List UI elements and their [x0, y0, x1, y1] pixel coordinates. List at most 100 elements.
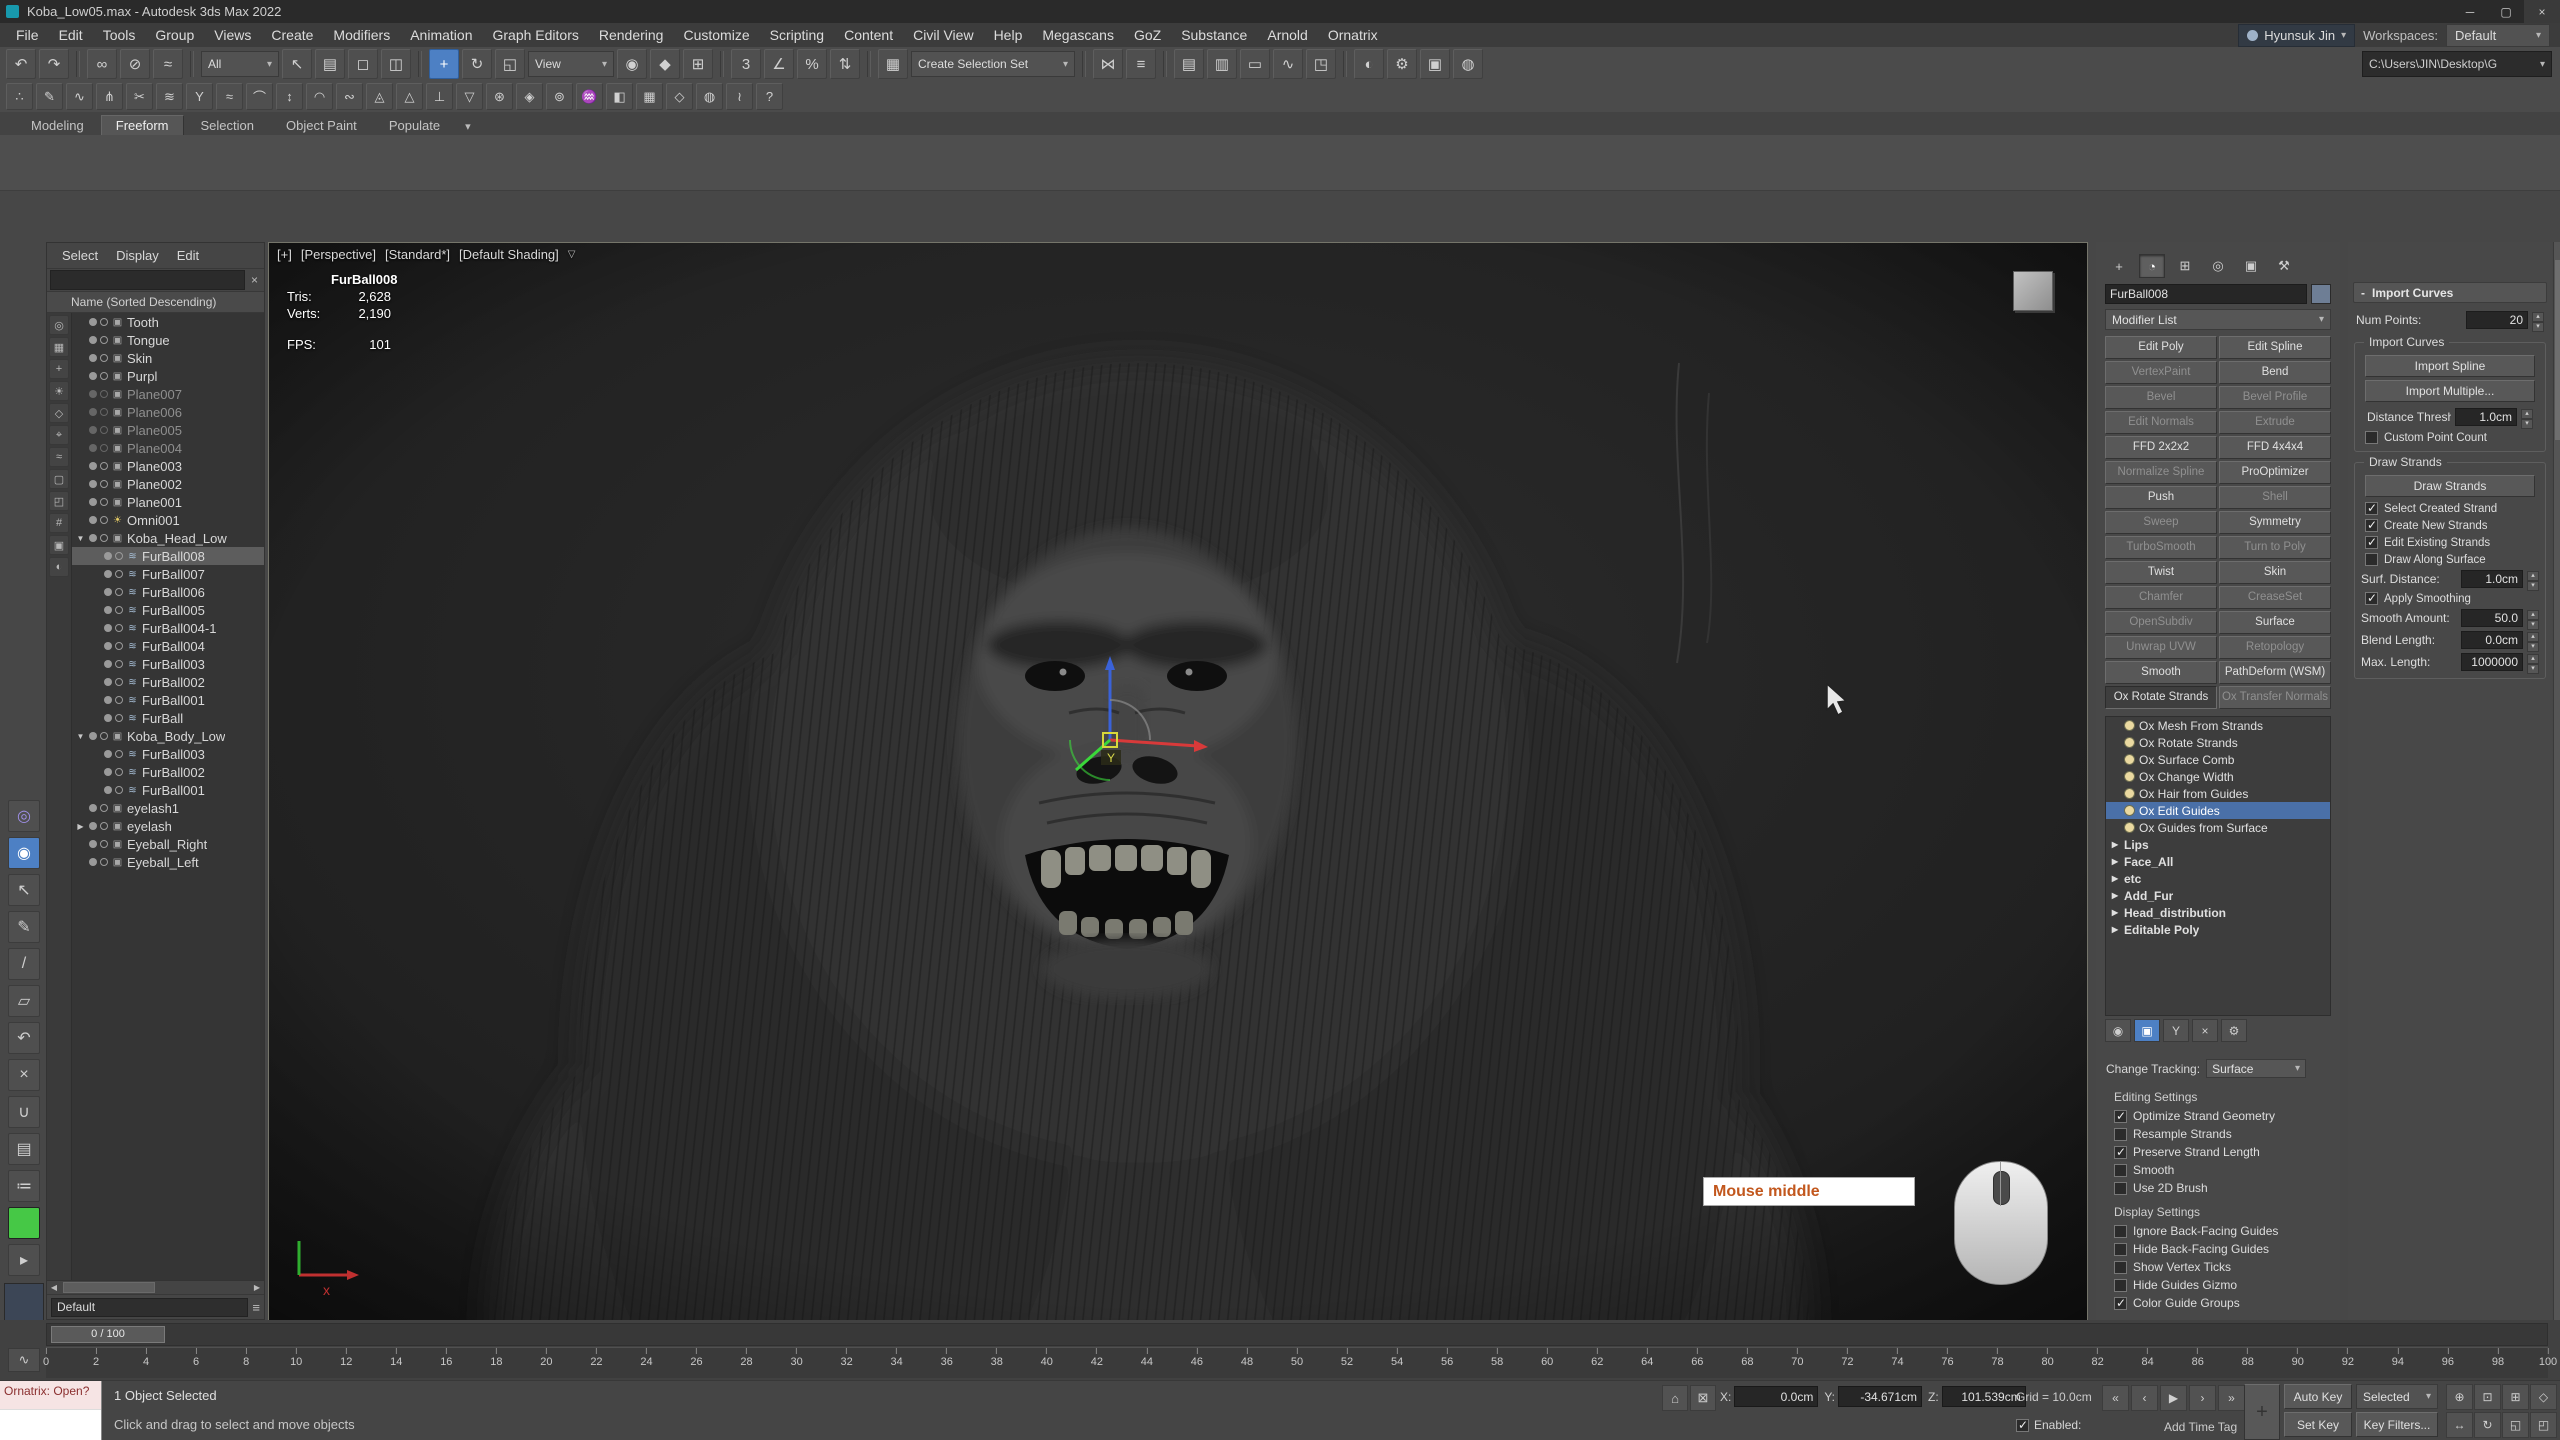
field-value[interactable]: 50.0	[2461, 609, 2523, 627]
display-lights-icon[interactable]: ☀	[49, 381, 69, 401]
timeline-tick-18[interactable]: 18	[490, 1348, 502, 1368]
explorer-item-plane001[interactable]: ▣Plane001	[72, 493, 264, 511]
spinner-arrows[interactable]: ▴▾	[2527, 571, 2539, 588]
attract-magnet-icon[interactable]: ∪	[8, 1096, 40, 1128]
menu-create[interactable]: Create	[261, 23, 323, 47]
stack-item-ox-guides-from-surface[interactable]: Ox Guides from Surface	[2106, 819, 2330, 836]
stack-item-ox-surface-comb[interactable]: Ox Surface Comb	[2106, 751, 2330, 768]
explorer-item-plane007[interactable]: ▣Plane007	[72, 385, 264, 403]
change-tracking-dropdown[interactable]: Surface ▾	[2206, 1059, 2306, 1078]
selection-dot-icon[interactable]	[100, 390, 108, 398]
explorer-item-plane003[interactable]: ▣Plane003	[72, 457, 264, 475]
visibility-dot-icon[interactable]	[89, 732, 97, 740]
pan-icon[interactable]: ↔	[2446, 1412, 2473, 1438]
timeline-tick-94[interactable]: 94	[2392, 1348, 2404, 1368]
import-curves-rollout-header[interactable]: - Import Curves	[2353, 282, 2547, 303]
modifier-toggle-bulb-icon[interactable]	[2124, 754, 2135, 765]
display-materials-icon[interactable]: ◐	[49, 557, 69, 577]
maximize-viewport-icon[interactable]: ◰	[2530, 1412, 2557, 1438]
timeline-tick-22[interactable]: 22	[590, 1348, 602, 1368]
distance-threshold-field[interactable]: 1.0cm	[2455, 408, 2517, 426]
visibility-dot-icon[interactable]	[89, 354, 97, 362]
motion-tab-icon[interactable]: ◎	[2205, 254, 2231, 278]
orbit-icon[interactable]: ↻	[2474, 1412, 2501, 1438]
timeline-tick-82[interactable]: 82	[2092, 1348, 2104, 1368]
undo-stroke-icon[interactable]: ↶	[8, 1022, 40, 1054]
go-to-end-button[interactable]: »	[2218, 1385, 2245, 1411]
spinner-down-icon[interactable]: ▾	[2532, 322, 2544, 332]
timeline-tick-98[interactable]: 98	[2492, 1348, 2504, 1368]
close-button[interactable]: ×	[2524, 0, 2560, 23]
expand-icon[interactable]: ▶	[2110, 874, 2120, 883]
percent-snap-toggle-icon[interactable]: %	[797, 49, 827, 79]
visibility-dot-icon[interactable]	[89, 858, 97, 866]
object-color-swatch[interactable]	[2311, 284, 2331, 304]
display-xrefs-icon[interactable]: ◰	[49, 491, 69, 511]
menu-views[interactable]: Views	[204, 23, 261, 47]
menu-file[interactable]: File	[6, 23, 49, 47]
maximize-button[interactable]: ▢	[2488, 0, 2524, 23]
selection-dot-icon[interactable]	[115, 552, 123, 560]
timeline-tick-28[interactable]: 28	[740, 1348, 752, 1368]
modifier-button-creaseset[interactable]: CreaseSet	[2219, 586, 2331, 609]
ribbon-tab-populate[interactable]: Populate	[374, 115, 455, 135]
checkbox-draw-along-surface[interactable]: Draw Along Surface	[2359, 551, 2541, 568]
draw-strand-pencil-icon[interactable]: ✎	[8, 911, 40, 943]
undo-icon[interactable]: ↶	[6, 49, 36, 79]
display-bones-icon[interactable]: #	[49, 513, 69, 533]
ox-comb-icon[interactable]: ⋔	[96, 83, 123, 110]
coordinate-field[interactable]: 0.0cm	[1734, 1386, 1818, 1407]
selection-dot-icon[interactable]	[115, 696, 123, 704]
align-icon[interactable]: ≡	[1126, 49, 1156, 79]
selection-dot-icon[interactable]	[115, 642, 123, 650]
selection-dot-icon[interactable]	[100, 336, 108, 344]
explorer-item-furball003[interactable]: ≋FurBall003	[72, 655, 264, 673]
display-all-icon[interactable]: ◎	[49, 315, 69, 335]
viewport-general-menu[interactable]: [+]	[277, 247, 292, 262]
edit-named-selection-sets-icon[interactable]: ▦	[878, 49, 908, 79]
time-slider[interactable]: 0 / 100	[51, 1326, 165, 1343]
timeline-tick-56[interactable]: 56	[1441, 1348, 1453, 1368]
modifier-button-retopology[interactable]: Retopology	[2219, 636, 2331, 659]
visibility-dot-icon[interactable]	[89, 390, 97, 398]
num-points-field[interactable]: 20	[2466, 311, 2528, 329]
explorer-item-eyelash[interactable]: ▶▣eyelash	[72, 817, 264, 835]
go-to-start-button[interactable]: «	[2102, 1385, 2129, 1411]
explorer-item-furball007[interactable]: ≋FurBall007	[72, 565, 264, 583]
viewport-pov-menu[interactable]: [Perspective]	[301, 247, 376, 262]
next-frame-button[interactable]: ›	[2189, 1385, 2216, 1411]
selection-dot-icon[interactable]	[115, 624, 123, 632]
spinner-up-icon[interactable]: ▴	[2527, 571, 2539, 581]
expand-icon[interactable]: ▶	[2110, 925, 2120, 934]
modifier-button-ffd-2x2x2[interactable]: FFD 2x2x2	[2105, 436, 2217, 459]
spinner-arrows[interactable]: ▴▾	[2527, 632, 2539, 649]
ox-weaver-icon[interactable]: ▦	[636, 83, 663, 110]
selection-dot-icon[interactable]	[100, 534, 108, 542]
explorer-search-input[interactable]	[50, 270, 245, 290]
ox-strand-length-icon[interactable]: ↕	[276, 83, 303, 110]
timeline-tick-34[interactable]: 34	[891, 1348, 903, 1368]
select-by-name-icon[interactable]: ▤	[315, 49, 345, 79]
modifier-button-bend[interactable]: Bend	[2219, 361, 2331, 384]
explorer-horizontal-scrollbar[interactable]: ◀ ▶	[47, 1280, 264, 1294]
modifier-button-push[interactable]: Push	[2105, 486, 2217, 509]
side-panel-icon[interactable]: ▤	[8, 1133, 40, 1165]
modifier-button-bevel[interactable]: Bevel	[2105, 386, 2217, 409]
explorer-item-eyelash1[interactable]: ▣eyelash1	[72, 799, 264, 817]
menu-animation[interactable]: Animation	[400, 23, 482, 47]
command-panel-scrollbar[interactable]	[2553, 242, 2560, 1320]
timeline-tick-78[interactable]: 78	[1991, 1348, 2003, 1368]
checkbox-show-vertex-ticks[interactable]: Show Vertex Ticks	[2096, 1258, 2340, 1276]
menu-ornatrix[interactable]: Ornatrix	[1318, 23, 1388, 47]
stack-item-head-distribution[interactable]: ▶Head_distribution	[2106, 904, 2330, 921]
timeline-tick-36[interactable]: 36	[941, 1348, 953, 1368]
selection-dot-icon[interactable]	[100, 840, 108, 848]
modifier-toggle-bulb-icon[interactable]	[2124, 805, 2135, 816]
display-helpers-icon[interactable]: ⌖	[49, 425, 69, 445]
scrollbar-thumb[interactable]	[2555, 260, 2560, 440]
modify-tab-icon[interactable]: ◔	[2139, 254, 2165, 278]
set-key-button[interactable]: Set Key	[2284, 1412, 2352, 1437]
field-value[interactable]: 1.0cm	[2461, 570, 2523, 588]
menu-customize[interactable]: Customize	[673, 23, 759, 47]
display-spacewarps-icon[interactable]: ≈	[49, 447, 69, 467]
